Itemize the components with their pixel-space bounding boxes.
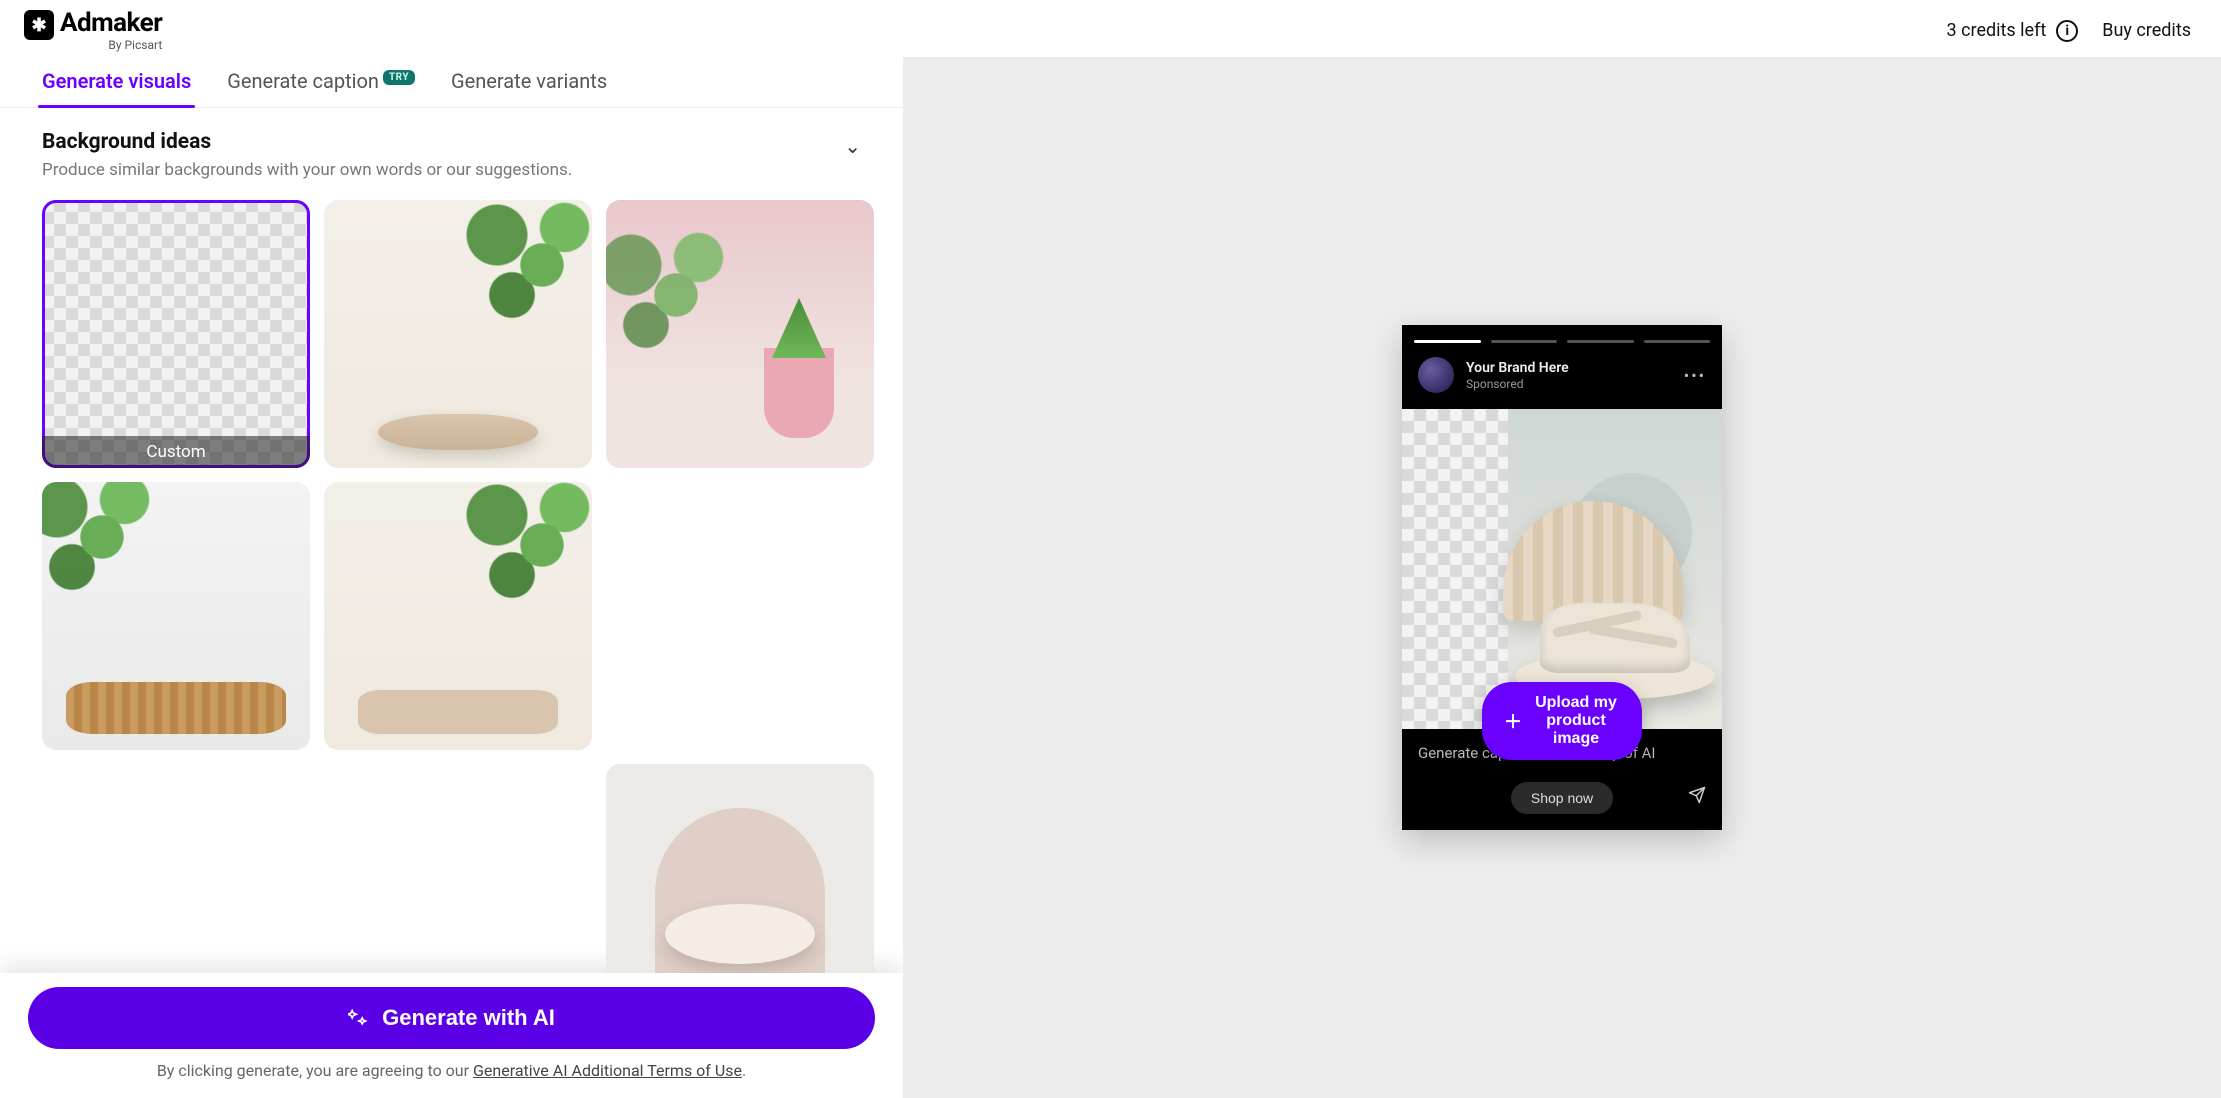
tab-generate-caption-label: Generate caption [227,69,379,93]
upload-product-button[interactable]: ＋ Upload my product image [1482,682,1642,760]
podium-shape [378,414,538,450]
bg-tile-2[interactable] [324,200,592,468]
chevron-down-icon[interactable]: ⌄ [844,130,861,158]
shop-now-button: Shop now [1511,782,1613,814]
disclaimer-prefix: By clicking generate, you are agreeing t… [157,1061,473,1080]
bg-tile-3[interactable] [606,200,874,468]
tab-generate-caption[interactable]: Generate caption TRY [227,69,415,107]
buy-credits-button[interactable]: Buy credits [2102,20,2191,41]
cylinder-shape [665,904,815,964]
section-title: Background ideas [42,130,572,154]
avatar [1418,357,1454,393]
tabs: Generate visuals Generate caption TRY Gen… [0,57,903,108]
tab-generate-variants[interactable]: Generate variants [451,69,607,107]
story-progress-bar [1402,325,1722,343]
left-panel: Generate visuals Generate caption TRY Gen… [0,57,903,1098]
plinth-shape [358,690,558,734]
disclaimer-suffix: . [742,1061,746,1080]
plant-shape [772,298,826,358]
leaf-icon [452,200,592,340]
sparkle-icon [348,1008,368,1028]
more-icon[interactable]: ••• [1684,366,1706,385]
bg-tile-custom-label: Custom [42,436,310,468]
app-header: ✱ Admaker By Picsart 3 credits left i Bu… [0,0,2221,57]
tab-generate-visuals-label: Generate visuals [42,69,191,93]
terms-link[interactable]: Generative AI Additional Terms of Use [473,1061,742,1080]
plus-icon: ＋ [1504,708,1522,734]
disclaimer: By clicking generate, you are agreeing t… [28,1061,875,1080]
brand-logo-icon: ✱ [24,10,54,40]
try-badge: TRY [383,70,415,85]
tab-generate-visuals[interactable]: Generate visuals [42,69,191,107]
ad-preview-mock: Your Brand Here Sponsored ••• Generate c… [1402,325,1722,829]
send-icon [1688,786,1706,809]
preview-canvas: Your Brand Here Sponsored ••• Generate c… [903,57,2221,1098]
upload-product-label: Upload my product image [1532,694,1620,748]
bg-tile-custom[interactable]: Custom [42,200,310,468]
brand-title: Admaker [60,10,162,36]
preview-sponsored-label: Sponsored [1466,377,1569,391]
plant-pot-shape [764,348,834,438]
preview-cta-row: Shop now [1402,782,1722,830]
action-bar: Generate with AI By clicking generate, y… [0,973,903,1098]
bg-tile-5[interactable] [324,482,592,750]
brand-subtitle: By Picsart [108,39,162,51]
preview-brand-row: Your Brand Here Sponsored ••• [1402,343,1722,409]
credits-left-text: 3 credits left [1947,20,2047,41]
section-description: Produce similar backgrounds with your ow… [42,160,572,180]
transparency-slice [1402,409,1508,729]
leaf-icon [452,482,592,620]
wood-slab-shape [66,682,286,734]
leaf-icon [42,482,162,612]
leaf-icon [606,220,736,370]
background-grid-scroll[interactable]: Custom [0,188,903,973]
tab-generate-variants-label: Generate variants [451,69,607,93]
brand-block: ✱ Admaker By Picsart [24,10,162,51]
bg-tile-4[interactable] [42,482,310,750]
info-icon[interactable]: i [2056,20,2078,42]
generate-button[interactable]: Generate with AI [28,987,875,1049]
preview-brand-name: Your Brand Here [1466,360,1569,377]
bg-tile-6[interactable] [606,764,874,973]
generate-button-label: Generate with AI [382,1005,555,1031]
background-grid: Custom [42,200,861,973]
credits-left: 3 credits left i [1947,20,2079,42]
